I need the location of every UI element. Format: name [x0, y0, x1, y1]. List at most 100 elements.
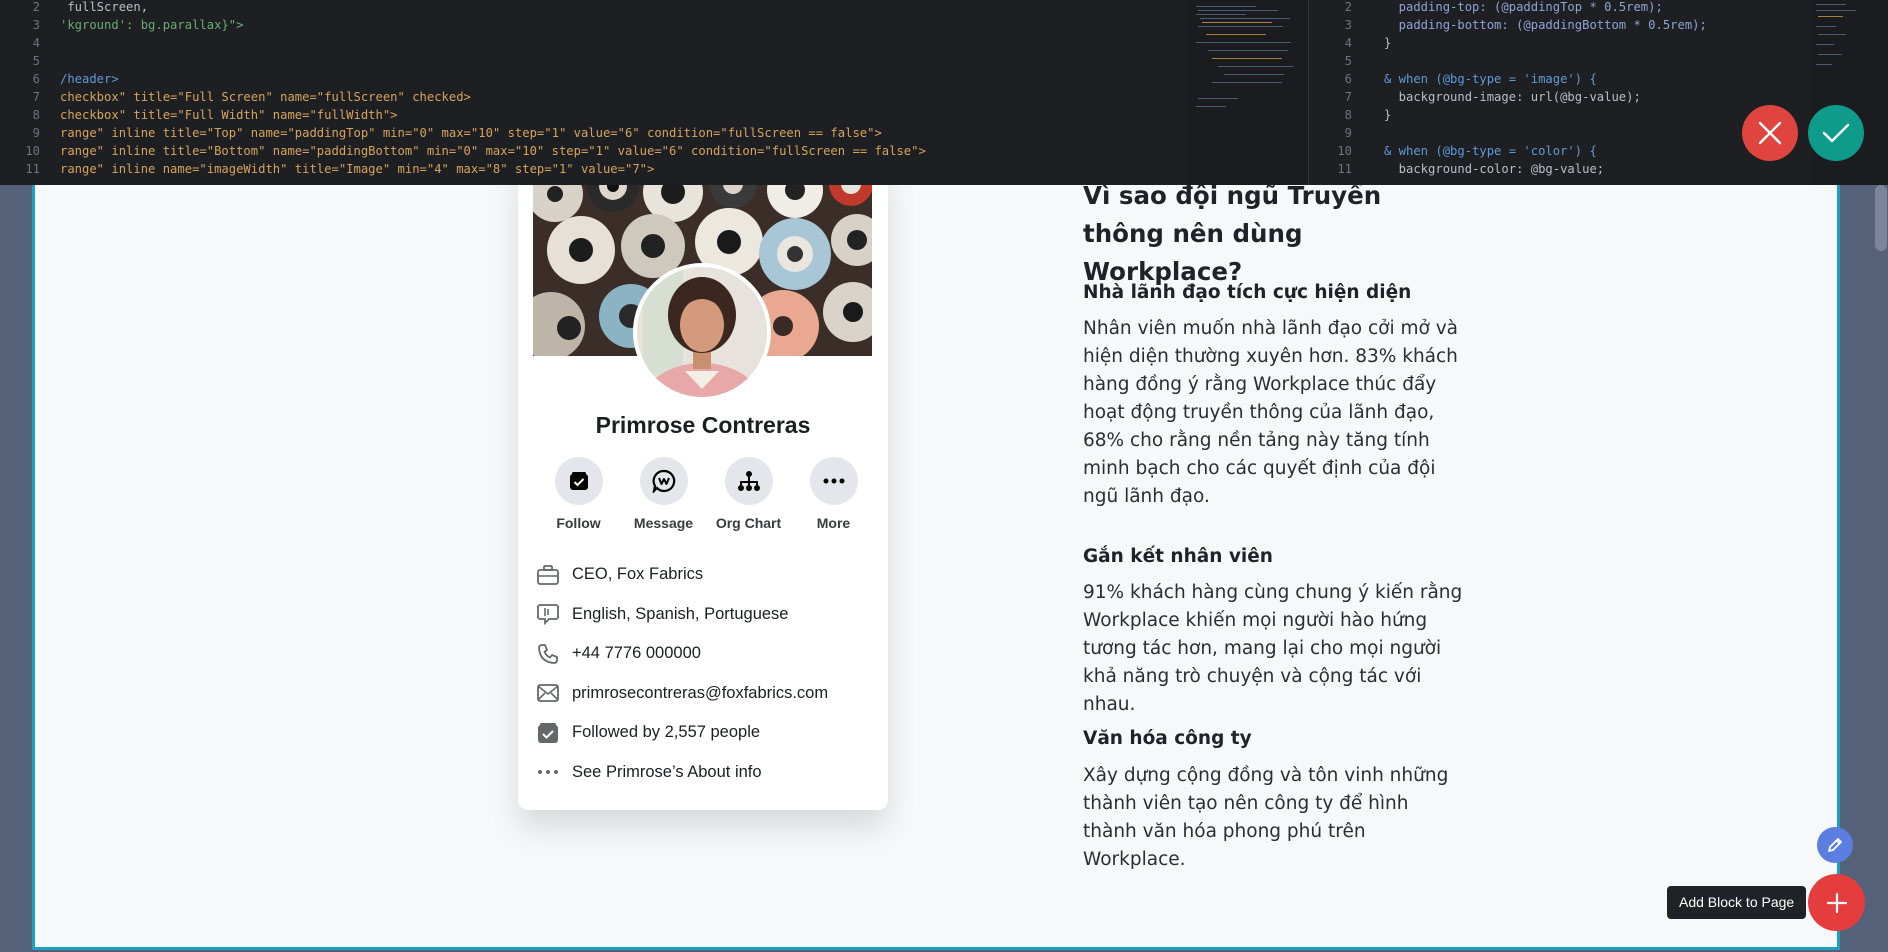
- edit-block-button[interactable]: [1817, 827, 1853, 863]
- minimap-line: [1816, 26, 1836, 27]
- line-number: 2: [32, 0, 40, 14]
- follow-button[interactable]: Follow: [536, 457, 621, 531]
- minimap-line: [1818, 34, 1846, 35]
- line-number: 11: [25, 162, 40, 176]
- minimap-line: [1200, 18, 1290, 19]
- less-editor-pane[interactable]: 2 padding-top: (@paddingTop * 0.5rem); 3…: [1318, 0, 1810, 185]
- org-chart-button[interactable]: Org Chart: [706, 457, 791, 531]
- line-number: 6: [1344, 72, 1352, 86]
- line-number: 2: [1344, 0, 1352, 14]
- minimap-line: [1198, 26, 1283, 27]
- checkmark-icon: [1822, 123, 1850, 143]
- profile-actions: Follow Message Org Chart More: [536, 457, 876, 531]
- line-number: 10: [1337, 144, 1352, 158]
- detail-email[interactable]: primrosecontreras@foxfabrics.com: [536, 674, 876, 714]
- profile-name: Primrose Contreras: [595, 412, 811, 438]
- minimap-line: [1212, 58, 1282, 59]
- section-heading: Nhà lãnh đạo tích cực hiện diện: [1083, 282, 1412, 303]
- line-number: 9: [32, 126, 40, 140]
- line-number: 5: [32, 54, 40, 68]
- article-title: Vì sao đội ngũ Truyền thông nên dùng Wor…: [1083, 185, 1382, 286]
- detail-text: English, Spanish, Portuguese: [572, 604, 789, 623]
- code-text: fullScreen,: [60, 0, 149, 14]
- section-heading: Văn hóa công ty: [1083, 728, 1252, 749]
- minimap-line: [1218, 66, 1293, 67]
- section-body: Xây dựng cộng đồng và tôn vinh những thà…: [1083, 765, 1449, 870]
- phone-icon: [536, 642, 560, 666]
- section-body: 91% khách hàng cùng chung ý kiến rằng Wo…: [1083, 582, 1463, 715]
- line-number: 4: [1344, 36, 1352, 50]
- code-editor[interactable]: 2 fullScreen, 3 'kground': bg.parallax}">…: [0, 0, 1888, 185]
- pencil-icon: [1828, 838, 1842, 852]
- line-number: 11: [1337, 162, 1352, 176]
- detail-text: +44 7776 000000: [572, 644, 701, 663]
- html-editor-pane[interactable]: 2 fullScreen, 3 'kground': bg.parallax}">…: [0, 0, 1188, 185]
- message-icon: [639, 457, 688, 505]
- minimap-line: [1198, 10, 1278, 11]
- line-number: 3: [32, 18, 40, 32]
- line-number: 3: [1344, 18, 1352, 32]
- minimap-line: [1196, 106, 1226, 107]
- more-icon: [809, 457, 858, 505]
- minimap-line: [1198, 98, 1238, 99]
- message-button[interactable]: Message: [621, 457, 706, 531]
- plus-icon: [1826, 892, 1847, 913]
- action-label: Org Chart: [715, 515, 782, 531]
- minimap-line: [1816, 4, 1846, 5]
- minimap-line: [1816, 10, 1856, 11]
- action-label: More: [816, 515, 851, 531]
- profile-card: Primrose Contreras Follow Message Org Ch…: [518, 185, 888, 810]
- detail-text: Followed by 2,557 people: [572, 723, 761, 742]
- more-button[interactable]: More: [791, 457, 876, 531]
- code-text: background-color: @bg-value;: [1384, 162, 1605, 176]
- section-heading: Gắn kết nhân viên: [1083, 546, 1273, 567]
- line-number: 5: [1344, 54, 1352, 68]
- code-text: padding-top: (@paddingTop * 0.5rem);: [1384, 0, 1663, 14]
- detail-followers: Followed by 2,557 people: [536, 713, 876, 753]
- minimap-line: [1224, 74, 1284, 75]
- scrollbar-thumb[interactable]: [1875, 185, 1887, 251]
- code-text: padding-bottom: (@paddingBottom * 0.5rem…: [1384, 18, 1707, 32]
- line-number: 8: [32, 108, 40, 122]
- detail-text: See Primrose’s About info: [572, 762, 762, 781]
- language-icon: [536, 602, 560, 626]
- code-text: range" inline title="Top" name="paddingT…: [60, 126, 882, 140]
- code-text: }: [1384, 36, 1392, 50]
- minimap-line: [1202, 22, 1272, 23]
- add-block-button[interactable]: [1808, 874, 1865, 931]
- code-text: & when (@bg-type = 'color') {: [1384, 144, 1597, 158]
- page-canvas[interactable]: Primrose Contreras Follow Message Org Ch…: [32, 185, 1840, 950]
- line-number: 6: [32, 72, 40, 86]
- minimap-line: [1818, 16, 1843, 17]
- follow-icon: [554, 457, 603, 505]
- cancel-button[interactable]: [1742, 105, 1798, 161]
- action-label: Message: [633, 515, 694, 531]
- confirm-button[interactable]: [1808, 105, 1864, 161]
- code-text: background-image: url(@bg-value);: [1384, 90, 1641, 104]
- scrollbar-track[interactable]: [1872, 185, 1888, 952]
- avatar[interactable]: [633, 263, 771, 401]
- email-icon: [536, 681, 560, 705]
- minimap-line: [1818, 54, 1842, 55]
- briefcase-icon: [536, 563, 560, 587]
- minimap-line: [1816, 44, 1834, 45]
- minimap-line: [1196, 6, 1256, 7]
- code-text: range" inline name="imageWidth" title="I…: [60, 162, 655, 176]
- code-text: & when (@bg-type = 'image') {: [1384, 72, 1597, 86]
- avatar-photo: [637, 267, 767, 397]
- line-number: 7: [1344, 90, 1352, 104]
- code-text: }: [1384, 108, 1392, 122]
- code-text: checkbox" title="Full Width" name="fullW…: [60, 108, 398, 122]
- line-number: 8: [1344, 108, 1352, 122]
- code-text: 'kground': bg.parallax}">: [60, 18, 244, 32]
- minimap-html[interactable]: [1188, 0, 1308, 185]
- add-block-tooltip: Add Block to Page: [1667, 886, 1807, 919]
- pane-divider[interactable]: [1308, 0, 1309, 185]
- code-text: /header>: [60, 72, 119, 86]
- detail-about[interactable]: See Primrose’s About info: [536, 753, 876, 793]
- detail-text: CEO, Fox Fabrics: [572, 565, 704, 584]
- profile-details: CEO, Fox Fabrics English, Spanish, Portu…: [536, 555, 876, 792]
- line-number: 10: [25, 144, 40, 158]
- detail-phone[interactable]: +44 7776 000000: [536, 634, 876, 674]
- close-icon: [1758, 121, 1782, 145]
